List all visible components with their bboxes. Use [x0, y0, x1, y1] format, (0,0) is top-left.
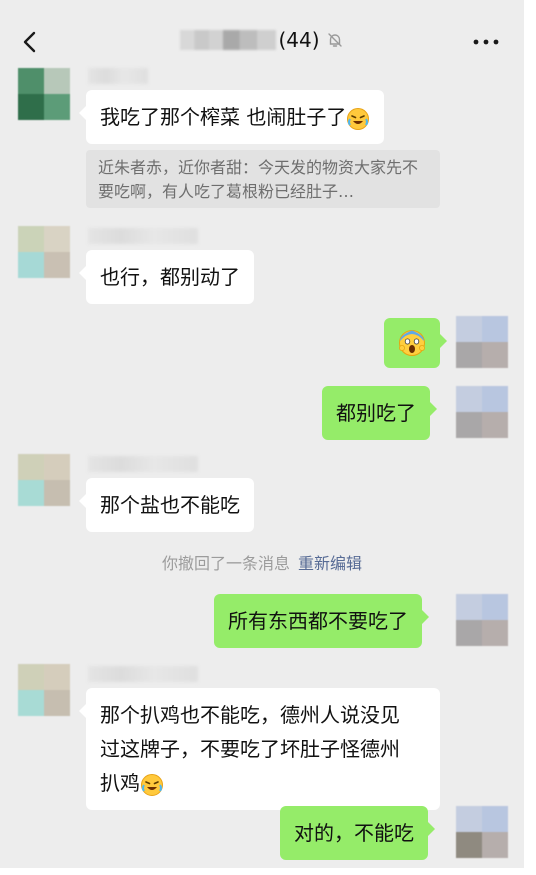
message-bubble[interactable]: 那个盐也不能吃 — [79, 478, 254, 532]
reedit-link[interactable]: 重新编辑 — [298, 554, 362, 573]
screaming-face-emoji — [399, 330, 425, 356]
sender-name — [88, 666, 198, 682]
avatar[interactable] — [456, 806, 508, 858]
message-bubble[interactable] — [384, 318, 447, 368]
bell-off-icon — [327, 33, 342, 47]
message-bubble[interactable]: 都别吃了 — [322, 386, 437, 440]
message-line: 那个扒鸡也不能吃，德州人说没见 — [100, 703, 400, 727]
avatar[interactable] — [456, 594, 508, 646]
sender-name — [88, 228, 198, 244]
blurred-group-name — [180, 30, 277, 50]
avatar[interactable] — [18, 226, 70, 278]
sender-name — [88, 456, 198, 472]
crying-laughing-emoji — [347, 107, 370, 130]
message-bubble[interactable]: 我吃了那个榨菜 也闹肚子了 — [78, 90, 385, 144]
message-bubble[interactable]: 对的，不能吃 — [280, 806, 435, 860]
chat-title: (44) — [0, 28, 524, 56]
message-text: 对的，不能吃 — [294, 821, 414, 845]
crying-laughing-emoji — [141, 773, 163, 796]
avatar[interactable] — [18, 68, 70, 120]
sender-name — [88, 68, 148, 84]
quoted-text: 近朱者赤，近你者甜：今天发的物资大家先不要吃啊，有人吃了葛根粉已经肚子… — [98, 158, 419, 201]
message-line: 过这牌子，不要吃了坏肚子怪德州 — [100, 737, 400, 761]
chat-header: (44) — [0, 0, 524, 82]
avatar[interactable] — [456, 386, 508, 438]
message-bubble[interactable]: 那个扒鸡也不能吃，德州人说没见 过这牌子，不要吃了坏肚子怪德州 扒鸡 — [79, 688, 440, 810]
message-text: 都别吃了 — [336, 401, 416, 425]
avatar[interactable] — [18, 454, 70, 506]
message-text: 那个盐也不能吃 — [100, 493, 240, 517]
message-text: 也行，都别动了 — [100, 265, 240, 289]
avatar[interactable] — [18, 664, 70, 716]
chat-screen: (44) 我吃了那个榨菜 也闹肚子了 近朱者赤，近你者甜：今天发的物资大家先不要… — [0, 0, 524, 868]
recall-notice: 你撤回了一条消息 重新编辑 — [0, 550, 524, 574]
member-count: (44) — [278, 28, 320, 52]
message-line-last: 扒鸡 — [100, 766, 426, 800]
message-bubble[interactable]: 也行，都别动了 — [79, 250, 254, 304]
recall-text: 你撤回了一条消息 — [161, 554, 290, 573]
message-bubble[interactable]: 所有东西都不要吃了 — [214, 594, 429, 648]
ellipsis-icon[interactable] — [470, 28, 502, 56]
message-text: 所有东西都不要吃了 — [228, 609, 408, 633]
quoted-message[interactable]: 近朱者赤，近你者甜：今天发的物资大家先不要吃啊，有人吃了葛根粉已经肚子… — [86, 150, 440, 208]
avatar[interactable] — [456, 316, 508, 368]
message-line: 扒鸡 — [100, 771, 140, 795]
message-text: 我吃了那个榨菜 也闹肚子了 — [100, 105, 347, 129]
